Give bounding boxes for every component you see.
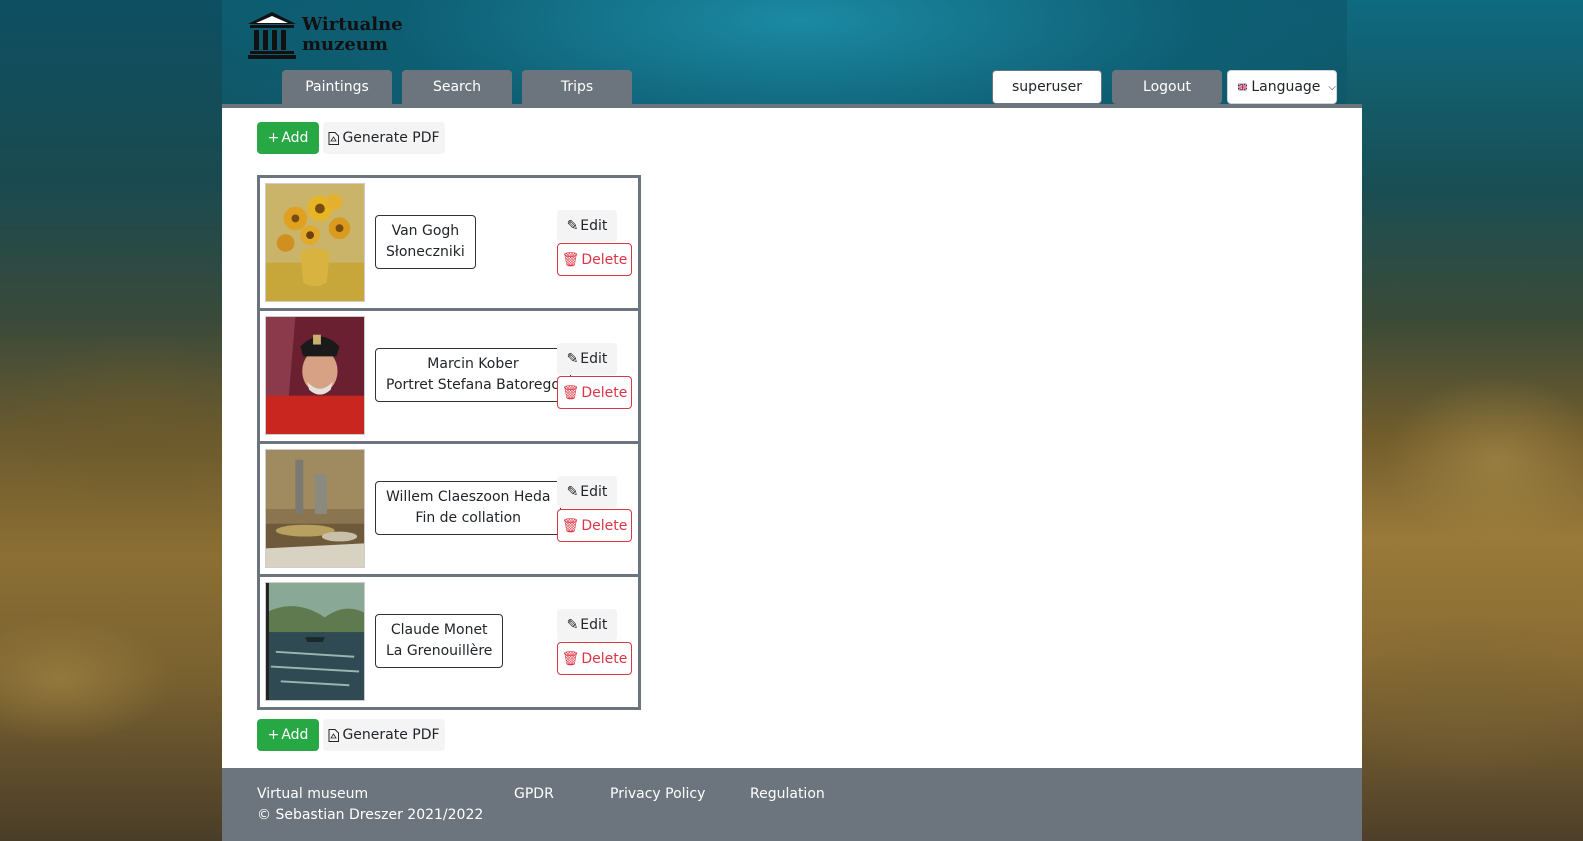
painting-row: Marcin Kober Portret Stefana Batorego ✎ … xyxy=(260,311,638,441)
top-toolbar: + Add Generate PDF xyxy=(257,122,445,154)
painting-row: Claude Monet La Grenouillère ✎ Edit 🗑 De… xyxy=(260,577,638,707)
add-label: Add xyxy=(281,130,309,146)
pdf-label: Generate PDF xyxy=(342,130,440,146)
username-button[interactable]: superuser xyxy=(992,70,1102,104)
delete-label: Delete xyxy=(581,517,628,534)
main-content: + Add Generate PDF Van Gogh Słoneczniki … xyxy=(222,104,1362,768)
site-logo[interactable]: Wirtualne muzeum xyxy=(246,10,403,60)
trash-icon: 🗑 xyxy=(561,517,580,534)
edit-button[interactable]: ✎ Edit xyxy=(557,609,617,641)
language-label: Language xyxy=(1251,79,1321,95)
painting-row: Willem Claeszoon Heda Fin de collation ✎… xyxy=(260,444,638,574)
edit-button[interactable]: ✎ Edit xyxy=(557,210,617,242)
edit-label: Edit xyxy=(580,351,608,367)
painting-thumbnail[interactable] xyxy=(265,449,365,568)
edit-label: Edit xyxy=(580,484,608,500)
delete-button[interactable]: 🗑 Delete xyxy=(557,243,632,276)
plus-icon: + xyxy=(267,727,280,743)
footer-link-regulation[interactable]: Regulation xyxy=(750,786,825,802)
painting-title: Fin de collation xyxy=(415,510,522,526)
add-button-bottom[interactable]: + Add xyxy=(257,719,319,751)
edit-button[interactable]: ✎ Edit xyxy=(557,476,617,508)
painting-thumbnail[interactable] xyxy=(265,316,365,435)
painting-title: Portret Stefana Batorego xyxy=(386,377,560,393)
trash-icon: 🗑 xyxy=(561,650,580,667)
edit-button[interactable]: ✎ Edit xyxy=(557,343,617,375)
logo-text: Wirtualne muzeum xyxy=(302,15,403,55)
painting-thumbnail[interactable] xyxy=(265,582,365,701)
logout-button[interactable]: Logout xyxy=(1112,70,1222,104)
trash-icon: 🗑 xyxy=(561,251,580,268)
chevron-down-icon: ⌵ xyxy=(1328,81,1336,93)
pencil-icon: ✎ xyxy=(566,351,579,367)
delete-label: Delete xyxy=(581,650,628,667)
painting-title: Słoneczniki xyxy=(386,244,465,260)
delete-label: Delete xyxy=(581,251,628,268)
nav-tab-paintings[interactable]: Paintings xyxy=(282,70,392,104)
pdf-file-icon xyxy=(328,131,340,145)
add-label: Add xyxy=(281,727,309,743)
footer-site-name: Virtual museum xyxy=(257,786,369,802)
language-select[interactable]: Language ⌵ xyxy=(1227,70,1337,104)
edit-label: Edit xyxy=(580,617,608,633)
footer-link-privacy-policy[interactable]: Privacy Policy xyxy=(610,786,705,802)
painting-row: Van Gogh Słoneczniki ✎ Edit 🗑 Delete xyxy=(260,178,638,308)
painting-caption: Marcin Kober Portret Stefana Batorego xyxy=(375,348,571,402)
background-left xyxy=(0,0,222,841)
pencil-icon: ✎ xyxy=(566,484,579,500)
museum-icon xyxy=(248,12,296,59)
painting-artist: Claude Monet xyxy=(390,622,488,638)
paintings-list: Van Gogh Słoneczniki ✎ Edit 🗑 Delete Mar… xyxy=(257,175,641,710)
painting-caption: Claude Monet La Grenouillère xyxy=(375,614,504,668)
edit-label: Edit xyxy=(580,218,608,234)
pdf-file-icon xyxy=(328,728,340,742)
background-right xyxy=(1347,0,1583,841)
nav-tab-trips[interactable]: Trips xyxy=(522,70,632,104)
painting-thumbnail[interactable] xyxy=(265,183,365,302)
bottom-toolbar: + Add Generate PDF xyxy=(257,719,445,751)
pencil-icon: ✎ xyxy=(566,617,579,633)
generate-pdf-button-bottom[interactable]: Generate PDF xyxy=(323,719,445,751)
logo-line1: Wirtualne xyxy=(302,14,403,35)
footer-copyright: © Sebastian Dreszer 2021/2022 xyxy=(257,807,484,823)
footer-link-gpdr[interactable]: GPDR xyxy=(514,786,554,802)
trash-icon: 🗑 xyxy=(561,384,580,401)
add-button-top[interactable]: + Add xyxy=(257,122,319,154)
delete-label: Delete xyxy=(581,384,628,401)
painting-artist: Willem Claeszoon Heda xyxy=(386,489,551,505)
delete-button[interactable]: 🗑 Delete xyxy=(557,642,632,675)
plus-icon: + xyxy=(267,130,280,146)
painting-title: La Grenouillère xyxy=(386,643,493,659)
nav-tab-search[interactable]: Search xyxy=(402,70,512,104)
uk-flag-icon xyxy=(1238,83,1248,91)
footer: Virtual museum © Sebastian Dreszer 2021/… xyxy=(222,768,1362,841)
delete-button[interactable]: 🗑 Delete xyxy=(557,376,632,409)
pencil-icon: ✎ xyxy=(566,218,579,234)
delete-button[interactable]: 🗑 Delete xyxy=(557,509,632,542)
painting-caption: Willem Claeszoon Heda Fin de collation xyxy=(375,481,562,535)
painting-artist: Marcin Kober xyxy=(427,356,519,372)
painting-caption: Van Gogh Słoneczniki xyxy=(375,215,476,269)
logo-line2: muzeum xyxy=(302,34,388,55)
pdf-label: Generate PDF xyxy=(342,727,440,743)
painting-artist: Van Gogh xyxy=(391,223,460,239)
generate-pdf-button-top[interactable]: Generate PDF xyxy=(323,122,445,154)
